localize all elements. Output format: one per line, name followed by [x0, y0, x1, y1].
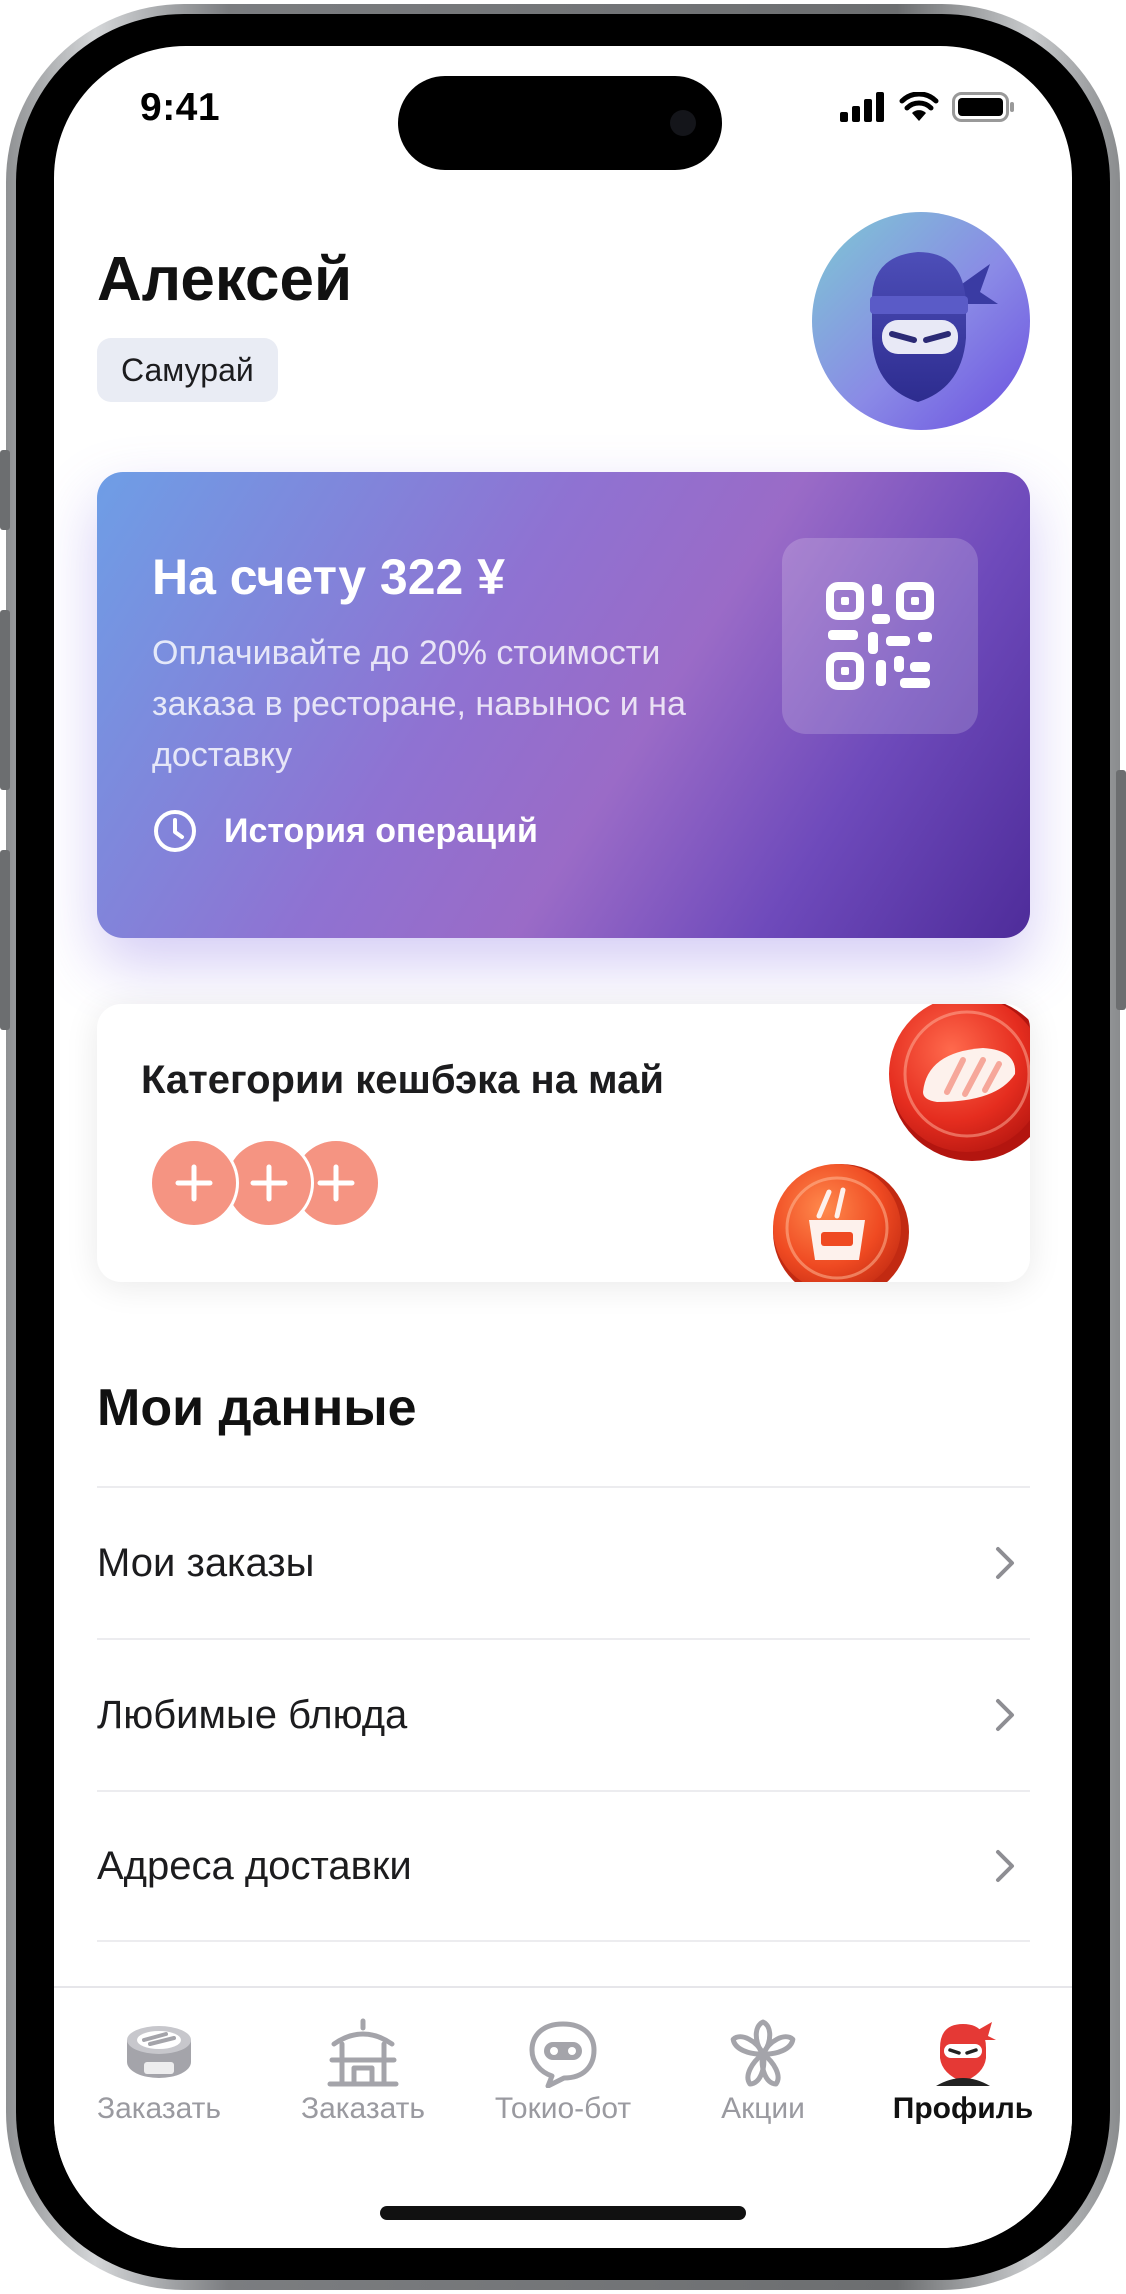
- app-screen: 9:41 Алексей Самурай На счету 322 ¥ Опла…: [54, 46, 1072, 2248]
- tab-profile[interactable]: Профиль: [863, 2018, 1063, 2126]
- qr-code-icon: [826, 582, 934, 690]
- chevron-right-icon: [996, 1699, 1014, 1731]
- menu-item-label: Любимые блюда: [97, 1692, 408, 1737]
- ninja-profile-icon: [936, 2022, 996, 2086]
- chevron-right-icon: [996, 1547, 1014, 1579]
- volume-down-button: [0, 850, 10, 1030]
- balance-title: На счету 322 ¥: [152, 549, 506, 605]
- rank-badge: Самурай: [97, 338, 278, 402]
- my-data-list: Мои заказы Любимые блюда Адреса доставки: [97, 1486, 1030, 1942]
- tab-order-restaurant[interactable]: Заказать: [263, 2018, 463, 2126]
- tab-tokyo-bot[interactable]: Токио-бот: [463, 2018, 663, 2126]
- pagoda-icon: [327, 2018, 399, 2087]
- history-label: История операций: [224, 811, 538, 850]
- cashback-card[interactable]: Категории кешбэка на май: [97, 1004, 1030, 1282]
- menu-item-my-orders[interactable]: Мои заказы: [97, 1486, 1030, 1638]
- sushi-coin-icon: [889, 1004, 1030, 1161]
- cashback-title: Категории кешбэка на май: [141, 1058, 664, 1102]
- volume-up-button: [0, 610, 10, 790]
- wifi-icon: [899, 92, 939, 121]
- cashback-add-category-1[interactable]: [149, 1138, 239, 1228]
- tab-label: Заказать: [96, 2092, 222, 2125]
- user-name: Алексей: [97, 245, 353, 314]
- tab-label: Заказать: [300, 2092, 426, 2125]
- tab-order-sushi[interactable]: Заказать: [59, 2018, 259, 2126]
- menu-item-label: Мои заказы: [97, 1540, 315, 1585]
- my-data-title: Мои данные: [97, 1379, 417, 1437]
- history-link[interactable]: История операций: [152, 808, 538, 854]
- plus-icon: [317, 1164, 355, 1202]
- tab-label: Токио-бот: [494, 2092, 632, 2125]
- noodle-box-coin-icon: [773, 1164, 909, 1282]
- power-button: [1116, 770, 1126, 1010]
- signal-icon: [840, 92, 884, 122]
- balance-description: Оплачивайте до 20% стоимости заказа в ре…: [152, 634, 686, 774]
- tab-label: Акции: [721, 2092, 805, 2125]
- sushi-roll-icon: [127, 2026, 191, 2078]
- tab-promotions[interactable]: Акции: [663, 2018, 863, 2126]
- chevron-right-icon: [996, 1850, 1014, 1882]
- status-time: 9:41: [140, 86, 221, 129]
- balance-card[interactable]: На счету 322 ¥ Оплачивайте до 20% стоимо…: [97, 472, 1030, 938]
- plus-icon: [175, 1164, 213, 1202]
- menu-item-label: Адреса доставки: [97, 1843, 412, 1888]
- sakura-flower-icon: [730, 2019, 796, 2087]
- clock-icon: [154, 810, 196, 852]
- status-icons: [840, 92, 1016, 122]
- chat-bot-icon: [529, 2021, 597, 2088]
- qr-code-button[interactable]: [782, 538, 978, 734]
- menu-item-favorite-dishes[interactable]: Любимые блюда: [97, 1638, 1030, 1790]
- action-button: [0, 450, 10, 530]
- menu-item-delivery-addresses[interactable]: Адреса доставки: [97, 1790, 1030, 1942]
- camera-icon: [670, 110, 696, 136]
- tab-label: Профиль: [892, 2092, 1034, 2125]
- battery-icon: [952, 92, 1014, 122]
- home-indicator[interactable]: [380, 2206, 746, 2220]
- plus-icon: [250, 1164, 288, 1202]
- ninja-avatar[interactable]: [812, 212, 1030, 430]
- dynamic-island: [398, 76, 722, 170]
- ninja-icon: [870, 252, 998, 402]
